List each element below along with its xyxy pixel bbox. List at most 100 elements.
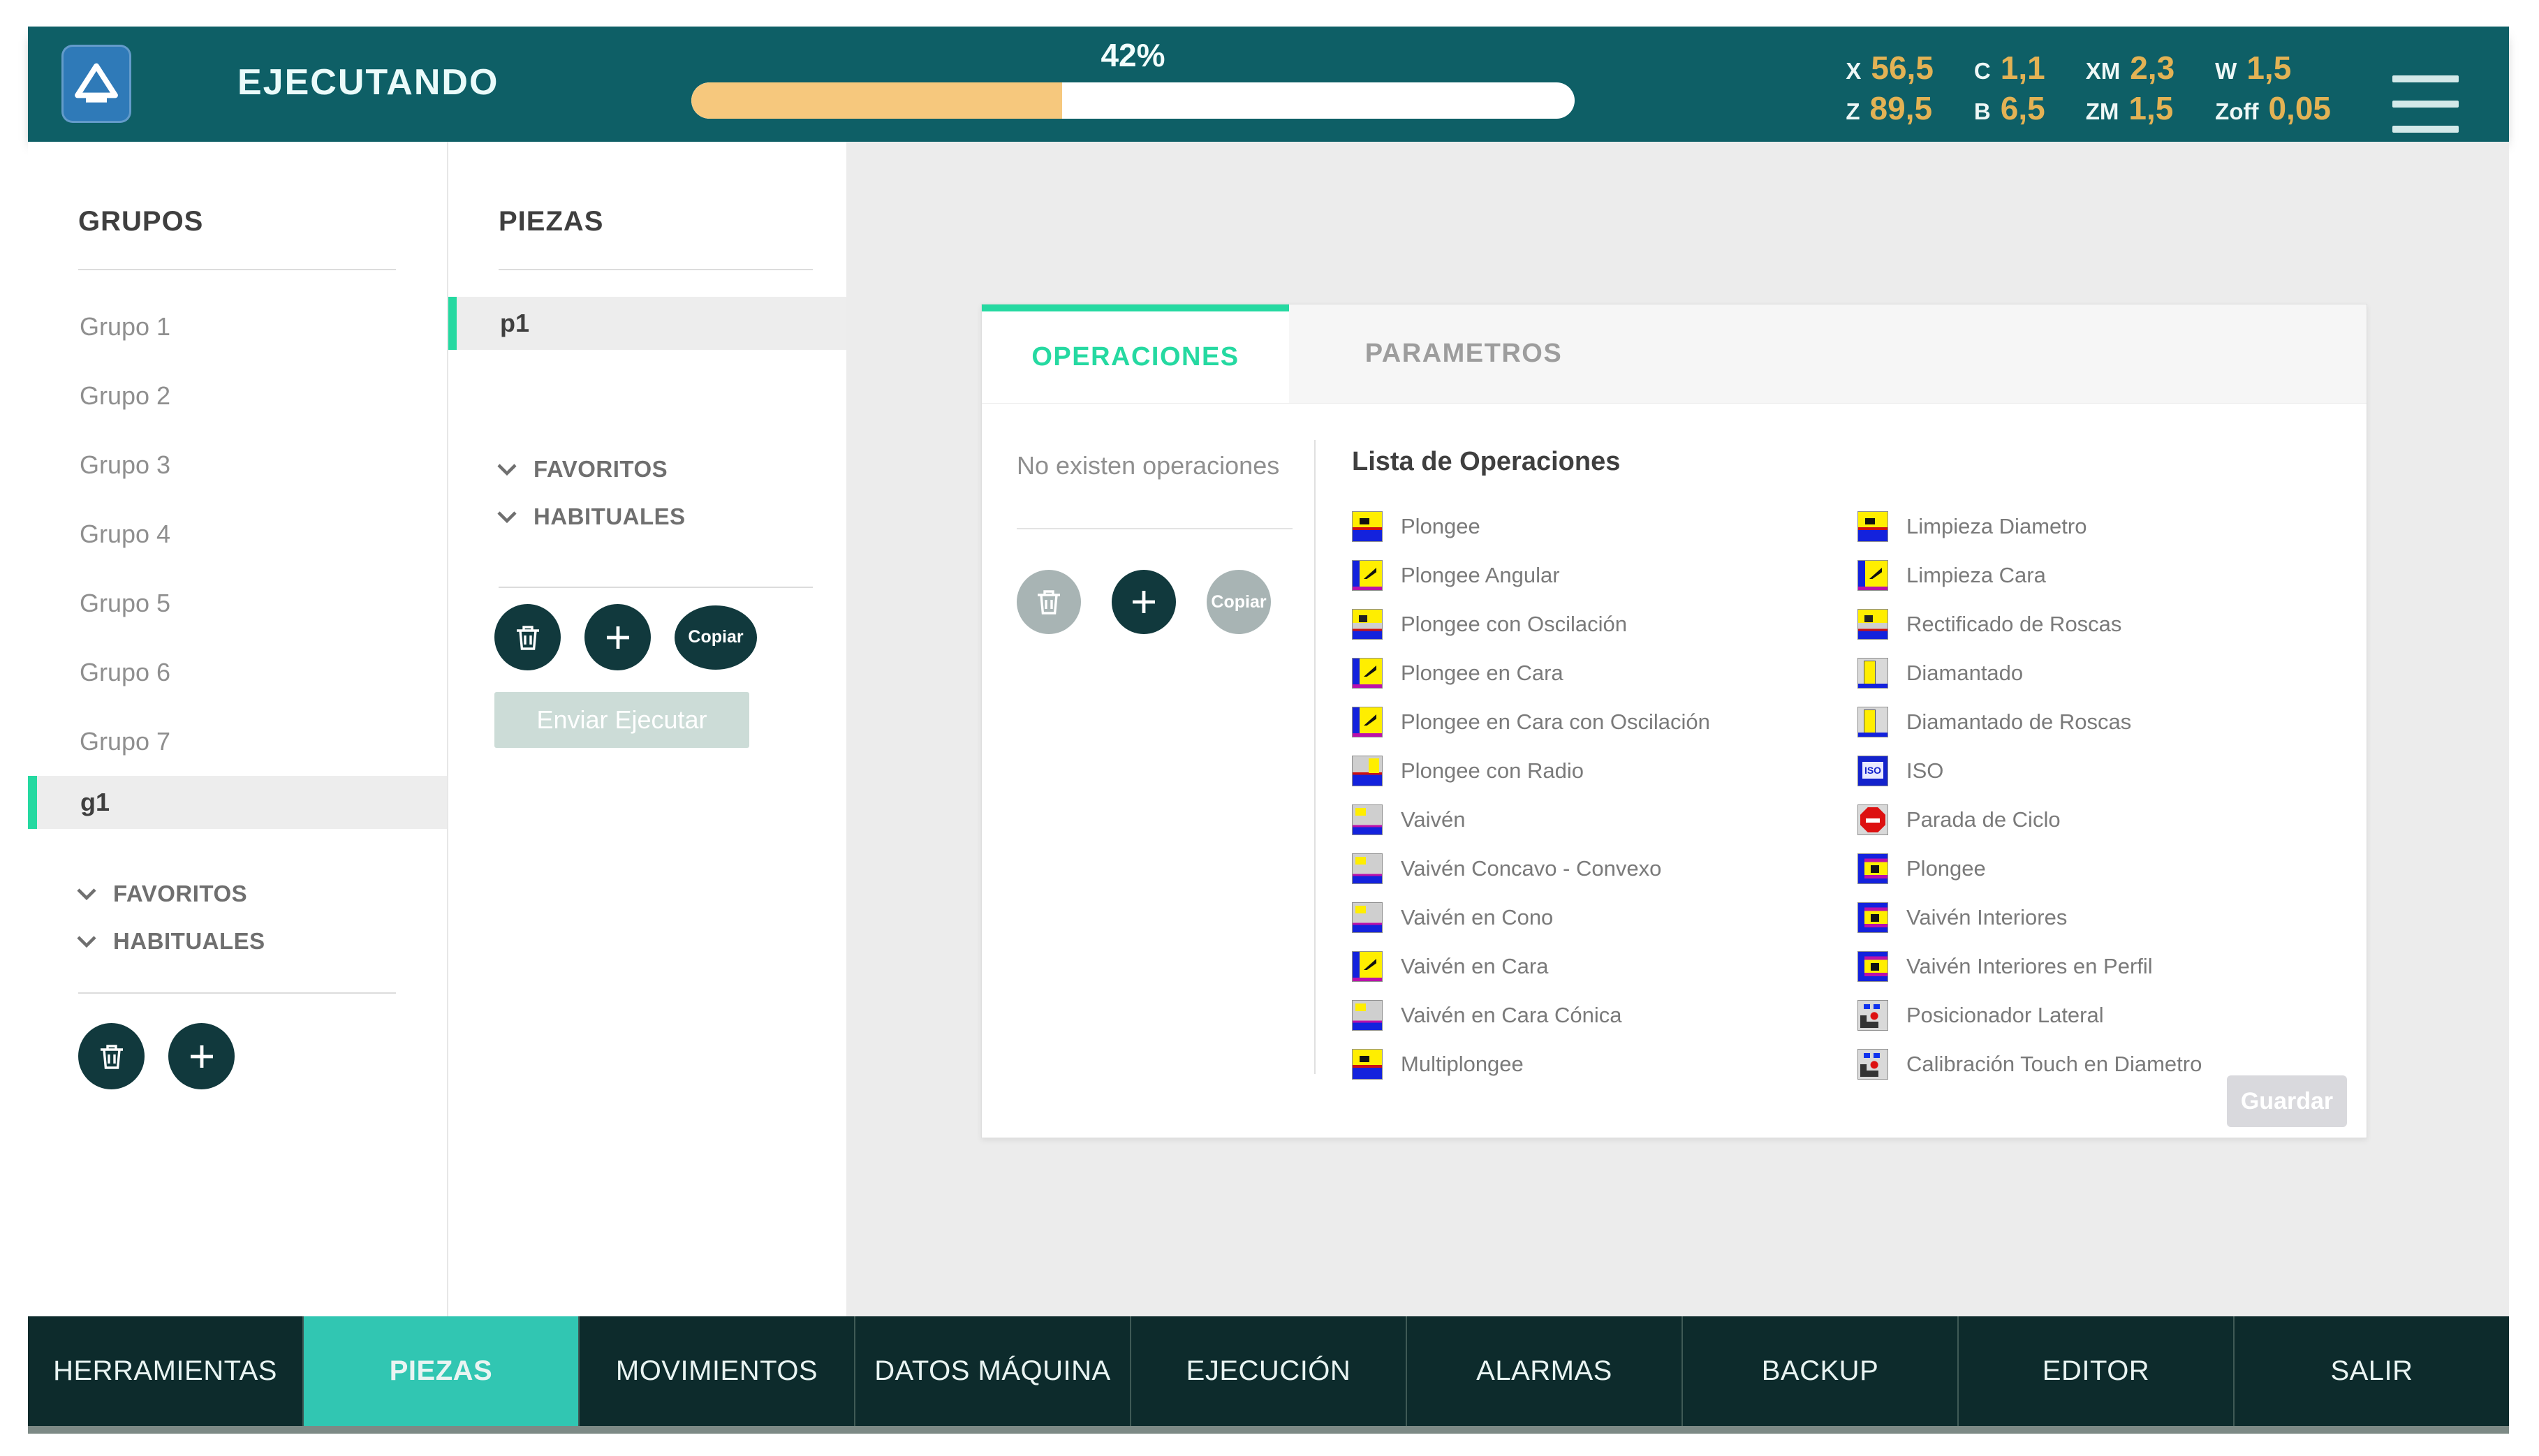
plongee-oscilacion-icon: [1352, 609, 1383, 640]
pieces-habituales-toggle[interactable]: HABITUALES: [494, 503, 686, 530]
machine-status-title: EJECUTANDO: [237, 61, 499, 103]
menu-button[interactable]: [2392, 75, 2459, 133]
operation-item[interactable]: Limpieza Diametro: [1857, 502, 2342, 551]
operations-list: PlongeePlongee AngularPlongee con Oscila…: [1352, 502, 2342, 1089]
operation-item[interactable]: Plongee: [1857, 844, 2342, 893]
group-item[interactable]: Grupo 1: [28, 292, 447, 361]
progress-percent-label: 42%: [691, 36, 1575, 74]
iso-icon: [1857, 756, 1888, 786]
plongee-cara-icon: [1352, 658, 1383, 689]
vaiven-icon: [1352, 804, 1383, 835]
app-logo-icon: [61, 45, 131, 123]
operation-name: Plongee con Radio: [1401, 758, 1584, 784]
copy-operation-button[interactable]: Copiar: [1207, 570, 1271, 634]
operation-item[interactable]: Plongee: [1352, 502, 1837, 551]
operation-name: Vaivén Interiores: [1906, 905, 2067, 930]
main-content: OPERACIONES PARAMETROS No existen operac…: [846, 142, 2509, 1316]
pieces-actions: Copiar: [494, 604, 757, 670]
group-list: Grupo 1Grupo 2Grupo 3Grupo 4Grupo 5Grupo…: [28, 292, 447, 776]
axis-readout-zm: ZM1,5: [2086, 89, 2174, 127]
group-item[interactable]: Grupo 3: [28, 430, 447, 499]
groups-tree-sections: FAVORITOS HABITUALES: [74, 881, 265, 955]
tab-parametros[interactable]: PARAMETROS: [1289, 304, 1638, 403]
operation-name: Plongee en Cara con Oscilación: [1401, 709, 1710, 735]
diamantado-roscas-icon: [1857, 707, 1888, 737]
operation-item[interactable]: Vaivén en Cara: [1352, 942, 1837, 991]
operation-item[interactable]: ISO: [1857, 747, 2342, 795]
axis-readout-z: Z89,5: [1846, 89, 1934, 127]
pieces-tree-sections: FAVORITOS HABITUALES: [494, 456, 686, 530]
pieces-panel: PIEZAS p1 FAVORITOS HABITUALES Copiar: [448, 142, 846, 1316]
operation-item[interactable]: Plongee con Radio: [1352, 747, 1837, 795]
operation-item[interactable]: Plongee con Oscilación: [1352, 600, 1837, 649]
axis-readout-c: C1,1: [1974, 49, 2045, 87]
group-item[interactable]: Grupo 5: [28, 568, 447, 638]
divider: [499, 269, 813, 270]
operation-name: Posicionador Lateral: [1906, 1003, 2104, 1028]
plus-icon: [185, 1040, 219, 1073]
operation-item[interactable]: Rectificado de Roscas: [1857, 600, 2342, 649]
delete-operation-button[interactable]: [1017, 570, 1081, 634]
nav-item-movimientos[interactable]: MOVIMIENTOS: [580, 1316, 855, 1426]
trash-icon: [511, 621, 545, 654]
piece-item-selected[interactable]: p1: [448, 297, 846, 350]
operations-list-section: Lista de Operaciones PlongeePlongee Angu…: [1352, 447, 2342, 1089]
group-item[interactable]: Grupo 6: [28, 638, 447, 707]
group-item[interactable]: Grupo 7: [28, 707, 447, 776]
group-item[interactable]: Grupo 4: [28, 499, 447, 568]
limpieza-diametro-icon: [1857, 511, 1888, 542]
operation-item[interactable]: Vaivén en Cono: [1352, 893, 1837, 942]
nav-item-herramientas[interactable]: HERRAMIENTAS: [28, 1316, 304, 1426]
plus-icon: [601, 621, 635, 654]
divider: [499, 587, 813, 588]
delete-group-button[interactable]: [78, 1023, 145, 1089]
operation-item[interactable]: Limpieza Cara: [1857, 551, 2342, 600]
bottom-navigation-shadow: [28, 1426, 2509, 1434]
add-operation-button[interactable]: [1112, 570, 1176, 634]
group-item-selected[interactable]: g1: [28, 776, 447, 829]
send-execute-button[interactable]: Enviar Ejecutar: [494, 692, 749, 748]
operation-item[interactable]: Plongee Angular: [1352, 551, 1837, 600]
groups-panel: GRUPOS Grupo 1Grupo 2Grupo 3Grupo 4Grupo…: [28, 142, 448, 1316]
progress-bar-fill: [691, 82, 1062, 119]
groups-habituales-toggle[interactable]: HABITUALES: [74, 928, 265, 955]
nav-item-editor[interactable]: EDITOR: [1959, 1316, 2235, 1426]
hamburger-icon: [2392, 75, 2459, 82]
operation-item[interactable]: Multiplongee: [1352, 1040, 1837, 1089]
operation-name: Vaivén: [1401, 807, 1466, 832]
operation-item[interactable]: Vaivén en Cara Cónica: [1352, 991, 1837, 1040]
operation-item[interactable]: Vaivén Interiores: [1857, 893, 2342, 942]
group-item[interactable]: Grupo 2: [28, 361, 447, 430]
pieces-favoritos-toggle[interactable]: FAVORITOS: [494, 456, 686, 483]
operation-item[interactable]: Diamantado de Roscas: [1857, 698, 2342, 747]
operation-item[interactable]: Plongee en Cara: [1352, 649, 1837, 698]
plongee-radio-icon: [1352, 756, 1383, 786]
trash-icon: [1032, 585, 1066, 619]
add-group-button[interactable]: [168, 1023, 235, 1089]
operation-item[interactable]: Vaivén Interiores en Perfil: [1857, 942, 2342, 991]
nav-item-salir[interactable]: SALIR: [2235, 1316, 2509, 1426]
nav-item-alarmas[interactable]: ALARMAS: [1407, 1316, 1683, 1426]
nav-item-piezas[interactable]: PIEZAS: [304, 1316, 580, 1426]
delete-piece-button[interactable]: [494, 604, 561, 670]
operation-item[interactable]: Parada de Ciclo: [1857, 795, 2342, 844]
operation-item[interactable]: Plongee en Cara con Oscilación: [1352, 698, 1837, 747]
operation-item[interactable]: Vaivén: [1352, 795, 1837, 844]
operation-item[interactable]: Vaivén Concavo - Convexo: [1352, 844, 1837, 893]
rectificado-roscas-icon: [1857, 609, 1888, 640]
save-button[interactable]: Guardar: [2227, 1075, 2347, 1127]
multiplongee-icon: [1352, 1049, 1383, 1080]
groups-favoritos-toggle[interactable]: FAVORITOS: [74, 881, 265, 907]
nav-item-ejecuci-n[interactable]: EJECUCIÓN: [1131, 1316, 1407, 1426]
copy-piece-button[interactable]: Copiar: [675, 605, 757, 670]
operation-name: ISO: [1906, 758, 1943, 784]
operation-item[interactable]: Posicionador Lateral: [1857, 991, 2342, 1040]
nav-item-backup[interactable]: BACKUP: [1683, 1316, 1959, 1426]
nav-item-datos-m-quina[interactable]: DATOS MÁQUINA: [855, 1316, 1131, 1426]
axis-readout-xm: XM2,3: [2086, 49, 2174, 87]
vaiven-interiores-perfil-icon: [1857, 951, 1888, 982]
divider: [1017, 528, 1293, 529]
operation-item[interactable]: Diamantado: [1857, 649, 2342, 698]
tab-operaciones[interactable]: OPERACIONES: [982, 304, 1289, 403]
add-piece-button[interactable]: [584, 604, 651, 670]
